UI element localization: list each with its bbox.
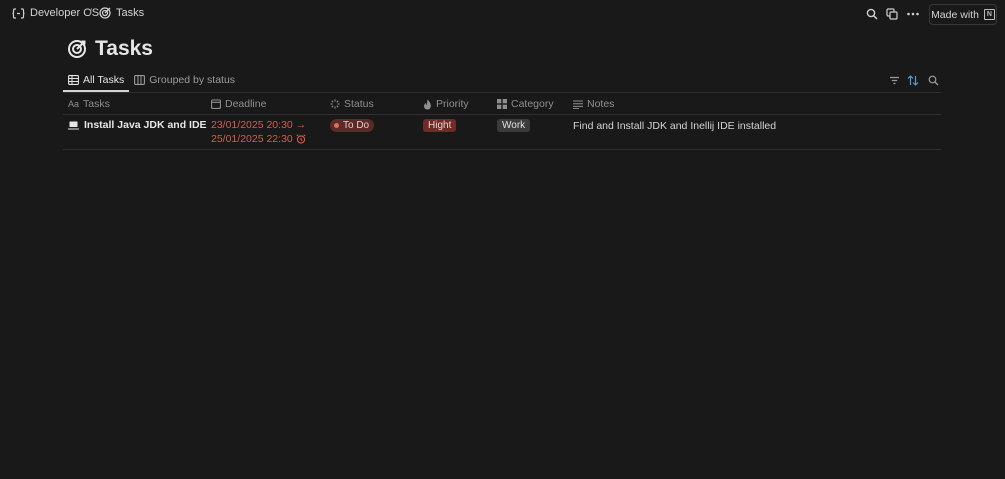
sort-icon[interactable] [906,73,920,87]
divider [63,114,941,115]
column-header-category[interactable]: Category [497,98,554,110]
column-label: Status [344,98,374,110]
board-icon [134,75,146,85]
page-title: Tasks [95,37,153,60]
divider [63,92,941,93]
tab-grouped-by-status[interactable]: Grouped by status [129,70,240,90]
priority-badge: Hight [423,119,457,132]
search-icon[interactable] [926,73,940,87]
column-header-tasks[interactable]: Aa Tasks [68,98,110,110]
target-icon [68,40,86,58]
more-icon[interactable] [905,6,921,22]
duplicate-icon[interactable] [884,6,900,22]
task-name: Install Java JDK and IDE [84,119,207,131]
status-badge: To Do [330,119,375,132]
priority-cell[interactable]: Hight [423,119,457,132]
page-header: Tasks [67,37,153,61]
task-name-cell[interactable]: Install Java JDK and IDE [68,119,207,131]
column-label: Category [511,98,554,110]
column-label: Priority [436,98,469,110]
filter-icon[interactable] [887,73,901,87]
table-icon [68,75,79,85]
breadcrumb-current-label: Tasks [116,7,145,19]
breadcrumb-parent[interactable]: Developer OS [12,7,99,19]
fire-icon [423,99,432,110]
text-icon: Aa [68,99,80,109]
divider [63,149,941,150]
status-label: To Do [343,120,370,131]
notes-cell[interactable]: Find and Install JDK and Inellij IDE ins… [573,120,776,132]
column-header-deadline[interactable]: Deadline [211,98,266,110]
deadline-start: 23/01/2025 20:30 → [211,119,307,131]
top-bar: Developer OS / Tasks Made with N [0,0,1005,30]
tab-grouped-label: Grouped by status [149,74,236,86]
deadline-end: 25/01/2025 22:30 [211,132,293,145]
laptop-icon [68,121,79,129]
made-with-label: Made with [931,8,979,21]
breadcrumb-separator: / [89,7,93,19]
notion-logo-icon: N [983,9,995,20]
column-header-notes[interactable]: Notes [573,98,614,110]
column-label: Notes [587,98,615,110]
category-cell[interactable]: Work [497,119,531,132]
tab-all-tasks-label: All Tasks [83,74,125,86]
notes-text: Find and Install JDK and Inellij IDE ins… [573,120,777,132]
target-icon [99,7,111,19]
lines-icon [573,100,583,109]
column-header-priority[interactable]: Priority [423,98,469,110]
calendar-icon [211,99,221,109]
status-cell[interactable]: To Do [330,119,375,132]
made-with-button[interactable]: Made with N [929,4,997,25]
deadline-cell[interactable]: 23/01/2025 20:30 → 25/01/2025 22:30 [211,119,306,146]
column-label: Deadline [225,98,267,110]
search-icon[interactable] [864,6,880,22]
breadcrumb-current[interactable]: Tasks [99,7,144,19]
grid-icon [497,99,507,109]
column-label: Tasks [83,98,110,110]
column-header-status[interactable]: Status [330,98,374,110]
tab-all-tasks[interactable]: All Tasks [63,70,130,92]
status-dot-icon [334,123,339,128]
view-tabs: All Tasks Grouped by status [63,70,240,92]
alarm-icon [296,134,306,144]
code-braces-icon [12,7,25,19]
category-badge: Work [497,119,531,132]
status-icon [330,99,340,109]
